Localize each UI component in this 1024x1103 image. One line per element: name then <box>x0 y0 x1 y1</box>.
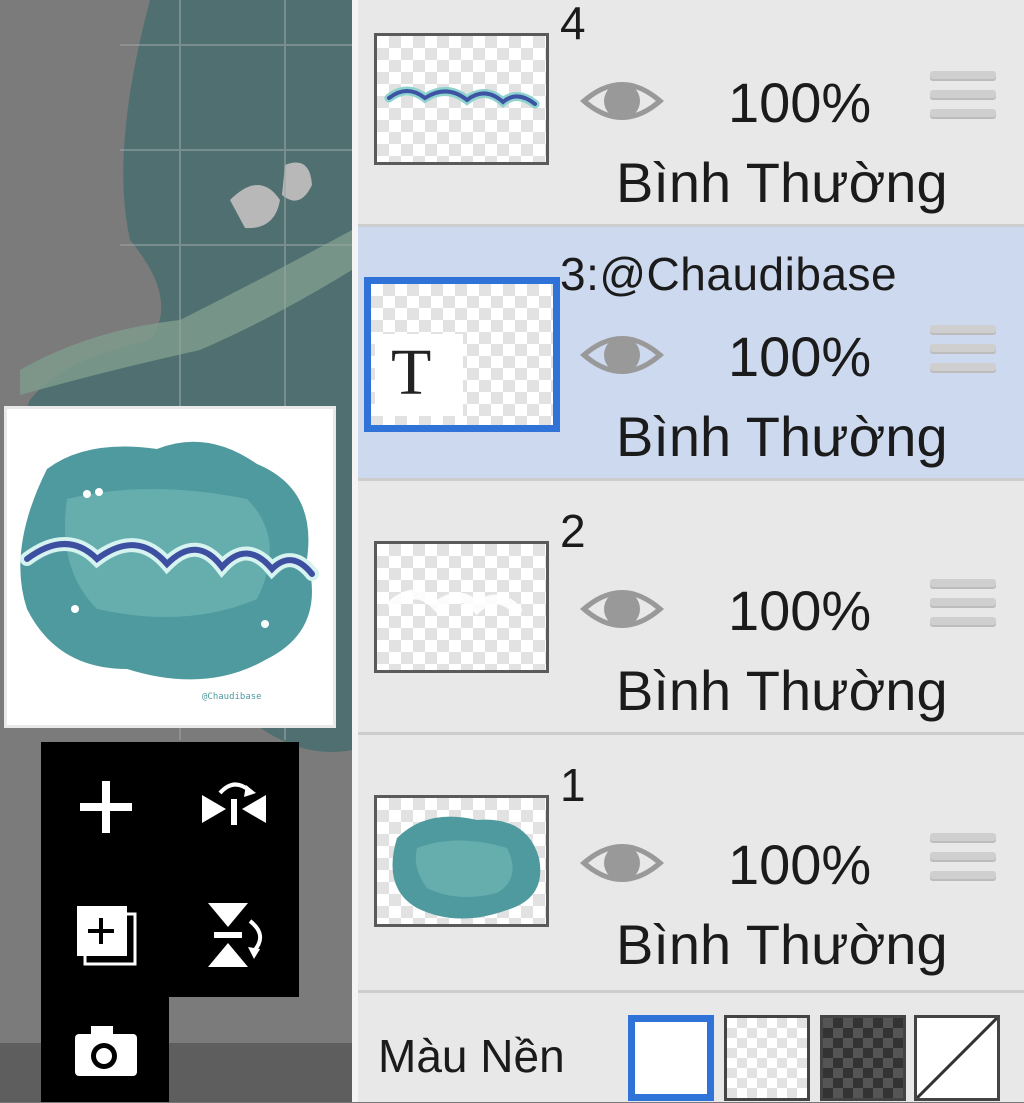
eye-icon[interactable] <box>576 325 668 385</box>
layer-thumbnail-art <box>384 86 540 109</box>
flip-vertical-button[interactable] <box>189 890 279 980</box>
drag-handle-icon[interactable] <box>930 833 996 890</box>
layer-blend-mode[interactable]: Bình Thường <box>616 155 948 211</box>
layer-blend-mode[interactable]: Bình Thường <box>616 917 948 973</box>
layer-blend-mode[interactable]: Bình Thường <box>616 663 948 719</box>
layer-opacity[interactable]: 100% <box>728 837 871 893</box>
import-photo-button[interactable] <box>61 1005 151 1095</box>
layer-name: 3:@Chaudibase <box>560 248 898 300</box>
add-layer-button[interactable] <box>61 762 151 852</box>
layer-thumbnail[interactable] <box>374 541 549 673</box>
layer-row[interactable]: 4 100% Bình Thường <box>358 0 1024 227</box>
preview-watermark: @Chaudibase <box>202 692 262 702</box>
camera-panel <box>41 997 169 1102</box>
layer-name: 4 <box>560 0 587 49</box>
eye-icon[interactable] <box>576 579 668 639</box>
canvas-preview: @Chaudibase <box>4 406 336 728</box>
layer-opacity[interactable]: 100% <box>728 75 871 131</box>
drag-handle-icon[interactable] <box>930 325 996 382</box>
layer-panel: 4 100% Bình Thường T 3:@Chaudibase 100% … <box>358 0 1024 1102</box>
layer-opacity[interactable]: 100% <box>728 329 871 385</box>
layer-thumbnail-art <box>388 589 522 616</box>
drag-handle-icon[interactable] <box>930 579 996 636</box>
background-dark-checker-swatch[interactable] <box>820 1015 906 1101</box>
flip-horizontal-icon <box>202 782 266 825</box>
background-white-swatch[interactable] <box>628 1015 714 1101</box>
layer-thumbnail[interactable] <box>374 795 549 927</box>
layer-name: 1 <box>560 759 587 811</box>
none-slash-icon <box>915 1016 999 1100</box>
plus-icon <box>80 781 132 833</box>
layer-row[interactable]: 2 100% Bình Thường <box>358 481 1024 735</box>
layer-row-selected[interactable]: T 3:@Chaudibase 100% Bình Thường <box>358 227 1024 481</box>
layer-row[interactable]: 1 100% Bình Thường <box>358 735 1024 993</box>
flip-vertical-icon <box>208 903 262 967</box>
layer-opacity[interactable]: 100% <box>728 583 871 639</box>
background-transparent-swatch[interactable] <box>724 1015 810 1101</box>
duplicate-layer-button[interactable] <box>61 890 151 980</box>
eye-icon[interactable] <box>576 833 668 893</box>
layer-name: 2 <box>560 505 587 557</box>
layer-thumbnail[interactable]: T <box>364 277 560 432</box>
background-none-swatch[interactable] <box>914 1015 1000 1101</box>
drag-handle-icon[interactable] <box>930 71 996 128</box>
background-color-row: Màu Nền <box>358 993 1024 1102</box>
layer-thumbnail[interactable] <box>374 33 549 165</box>
camera-icon <box>75 1026 137 1076</box>
background-color-label: Màu Nền <box>378 1030 565 1082</box>
layer-tools-panel <box>41 742 299 997</box>
flip-horizontal-button[interactable] <box>189 762 279 852</box>
layer-thumbnail-art <box>392 816 541 919</box>
text-layer-icon: T <box>391 336 432 409</box>
drawing-canvas[interactable]: @Chaudibase <box>0 0 352 1102</box>
duplicate-layer-icon <box>77 906 137 966</box>
eye-icon[interactable] <box>576 71 668 131</box>
preview-artwork: @Chaudibase <box>20 441 319 702</box>
layer-blend-mode[interactable]: Bình Thường <box>616 409 948 465</box>
